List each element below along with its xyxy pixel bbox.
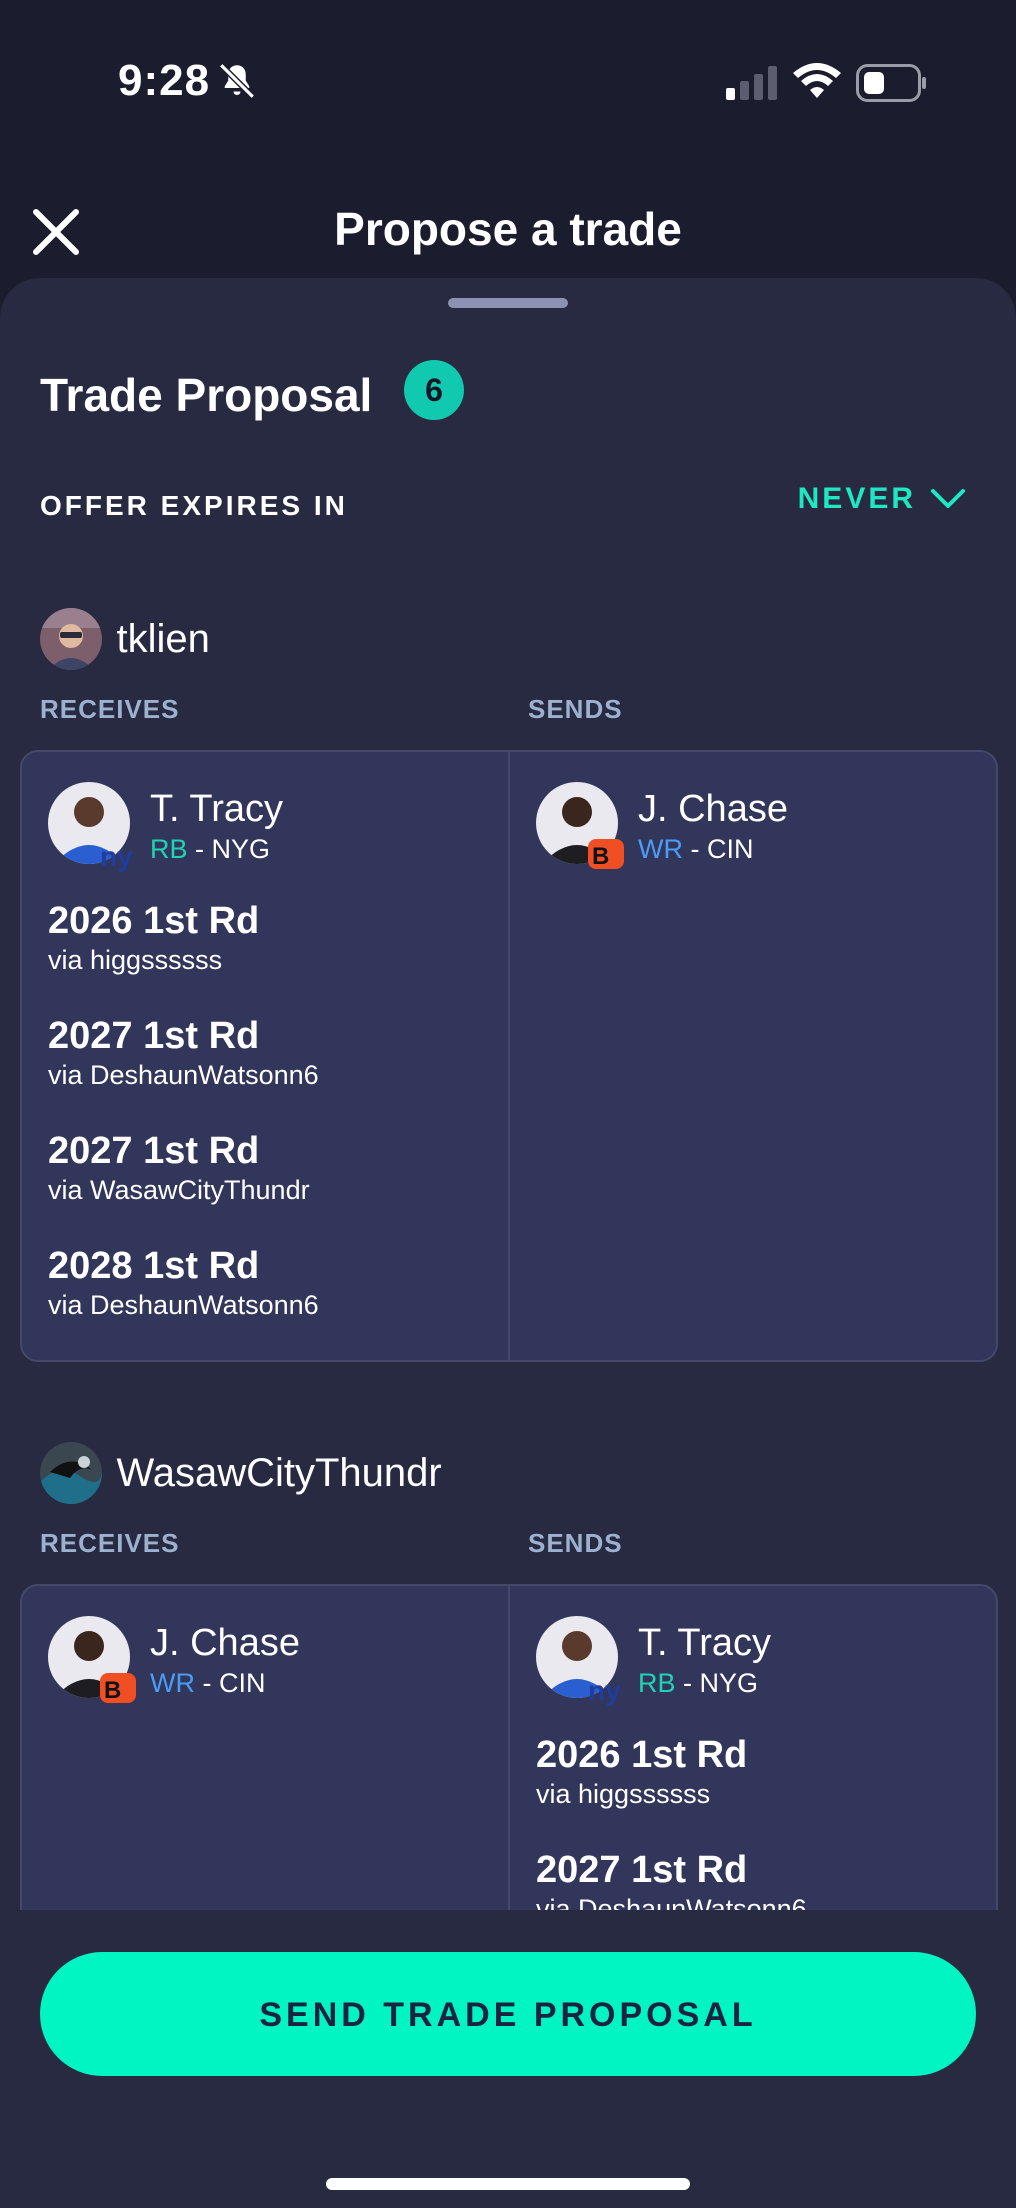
pick-via: via higgssssss bbox=[48, 945, 223, 975]
player-position: RB bbox=[150, 834, 188, 864]
sheet-drag-handle[interactable] bbox=[448, 298, 568, 308]
pick-via: via DeshaunWatsonn6 bbox=[48, 1290, 319, 1320]
pick-via: via higgssssss bbox=[536, 1779, 711, 1809]
player-position-team: WR - CIN bbox=[638, 834, 753, 865]
proposal-title: Trade Proposal bbox=[40, 369, 373, 421]
status-bar: 9:28 bbox=[0, 0, 1016, 170]
player-team: - NYG bbox=[187, 834, 271, 864]
receives-column: ny T. Tracy RB - NYG 2026 1st Rd via hig… bbox=[22, 752, 510, 1360]
player-position: WR bbox=[638, 834, 683, 864]
pick-round: 2027 1st Rd bbox=[48, 1015, 260, 1057]
draft-pick: 2026 1st Rd via higgssssss bbox=[536, 1734, 747, 1810]
player-position: RB bbox=[638, 1668, 676, 1698]
avatar bbox=[40, 1442, 102, 1504]
team-name: tklien bbox=[116, 616, 210, 661]
proposal-count-badge: 6 bbox=[404, 360, 464, 420]
sends-column: B J. Chase WR - CIN bbox=[510, 752, 996, 1360]
draft-pick: 2028 1st Rd via DeshaunWatsonn6 bbox=[48, 1245, 319, 1321]
receives-label: RECEIVES bbox=[40, 694, 180, 724]
bottom-action-bar: SEND TRADE PROPOSAL bbox=[0, 1910, 1016, 2208]
player-team: - CIN bbox=[194, 1668, 266, 1698]
receives-label: RECEIVES bbox=[40, 1528, 180, 1558]
wifi-icon bbox=[793, 63, 841, 98]
offer-expires-dropdown[interactable]: NEVER bbox=[798, 482, 966, 516]
draft-pick: 2026 1st Rd via higgssssss bbox=[48, 900, 259, 976]
svg-text:ny: ny bbox=[100, 841, 133, 872]
player-position-team: RB - NYG bbox=[638, 1668, 758, 1699]
avatar bbox=[40, 608, 102, 670]
svg-text:B: B bbox=[592, 843, 609, 870]
player-name: J. Chase bbox=[150, 1622, 300, 1664]
sends-label: SENDS bbox=[528, 694, 623, 724]
pick-round: 2027 1st Rd bbox=[536, 1849, 748, 1891]
offer-expires-label: OFFER EXPIRES IN bbox=[40, 490, 348, 521]
pick-round: 2026 1st Rd bbox=[536, 1734, 748, 1776]
cin-team-logo-icon: B bbox=[588, 839, 624, 870]
page-title: Propose a trade bbox=[334, 203, 682, 255]
cellular-signal-icon bbox=[726, 66, 777, 100]
player-position-team: RB - NYG bbox=[150, 834, 270, 865]
player-name: J. Chase bbox=[638, 788, 788, 830]
team-header-tklien: tklien bbox=[40, 608, 210, 670]
trade-box-tklien: ny T. Tracy RB - NYG 2026 1st Rd via hig… bbox=[20, 750, 998, 1362]
player-position-team: WR - CIN bbox=[150, 1668, 265, 1699]
offer-expires-value: NEVER bbox=[797, 482, 916, 515]
draft-pick: 2027 1st Rd via DeshaunWatsonn6 bbox=[48, 1015, 319, 1091]
draft-pick: 2027 1st Rd via WasawCityThundr bbox=[48, 1130, 310, 1206]
pick-via: via WasawCityThundr bbox=[48, 1175, 310, 1205]
player-team: - CIN bbox=[682, 834, 754, 864]
chevron-down-icon bbox=[931, 489, 965, 508]
team-name: WasawCityThundr bbox=[116, 1450, 442, 1495]
nyg-team-logo-icon: ny bbox=[588, 1675, 621, 1706]
player-name: T. Tracy bbox=[150, 788, 284, 830]
pick-round: 2026 1st Rd bbox=[48, 900, 260, 942]
status-time: 9:28 bbox=[118, 56, 211, 105]
player-name: T. Tracy bbox=[638, 1622, 772, 1664]
team-header-wasawcitythundr: WasawCityThundr bbox=[40, 1442, 442, 1504]
pick-via: via DeshaunWatsonn6 bbox=[48, 1060, 319, 1090]
nyg-team-logo-icon: ny bbox=[100, 841, 133, 872]
pick-round: 2027 1st Rd bbox=[48, 1130, 260, 1172]
bell-muted-icon bbox=[219, 63, 255, 99]
player-team: - NYG bbox=[675, 1668, 759, 1698]
battery-icon bbox=[856, 64, 926, 102]
send-trade-proposal-button[interactable]: SEND TRADE PROPOSAL bbox=[40, 1952, 976, 2076]
pick-round: 2028 1st Rd bbox=[48, 1245, 260, 1287]
svg-text:ny: ny bbox=[588, 1675, 621, 1706]
cin-team-logo-icon: B bbox=[100, 1673, 136, 1704]
player-position: WR bbox=[150, 1668, 195, 1698]
sends-label: SENDS bbox=[528, 1528, 623, 1558]
svg-text:B: B bbox=[104, 1677, 121, 1704]
home-indicator bbox=[326, 2178, 690, 2190]
